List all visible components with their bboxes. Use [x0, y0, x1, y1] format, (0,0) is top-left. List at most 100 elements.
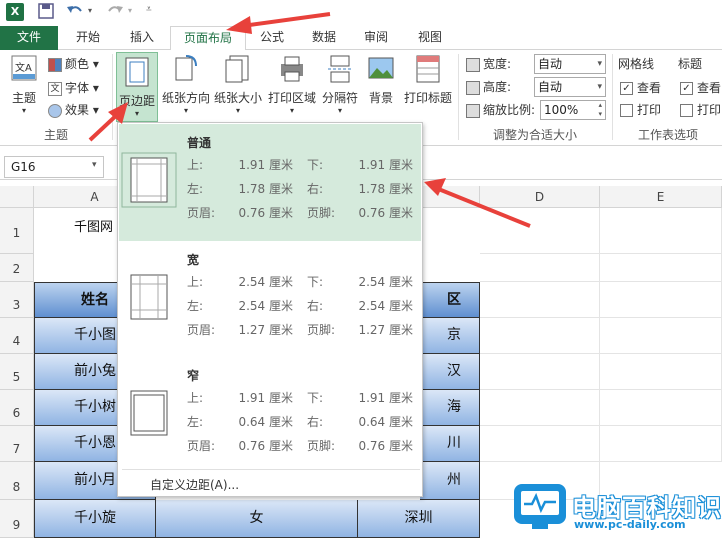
chevron-down-icon: ▾ — [337, 106, 342, 115]
grid-cell[interactable] — [600, 254, 722, 282]
name-box[interactable]: G16 — [4, 156, 104, 178]
width-combo[interactable]: 自动 ▾ — [534, 54, 606, 74]
region-cell[interactable]: 海 — [420, 390, 480, 426]
excel-app-icon: X — [6, 3, 24, 21]
headings-view-checkbox[interactable]: ✓ 查看 — [680, 80, 721, 96]
background-image-icon — [368, 57, 394, 79]
region-cell[interactable]: 深圳 — [358, 500, 480, 538]
tab-view[interactable]: 视图 — [408, 26, 452, 50]
margins-button[interactable]: 页边距 ▾ — [116, 52, 158, 122]
row-header[interactable]: 4 — [0, 318, 34, 354]
row-header[interactable]: 6 — [0, 390, 34, 426]
region-cell[interactable]: 京 — [420, 318, 480, 354]
tab-insert[interactable]: 插入 — [120, 26, 164, 50]
tab-data[interactable]: 数据 — [302, 26, 346, 50]
print-titles-button[interactable]: 打印标题 — [402, 54, 454, 106]
grid-cell[interactable] — [600, 354, 722, 390]
redo-icon[interactable] — [106, 3, 124, 19]
themes-icon: 文A — [11, 55, 37, 81]
region-cell[interactable]: 川 — [420, 426, 480, 462]
tab-file[interactable]: 文件 — [0, 26, 58, 50]
region-cell[interactable]: 汉 — [420, 354, 480, 390]
print-titles-icon — [416, 55, 440, 83]
height-combo[interactable]: 自动 ▾ — [534, 77, 606, 97]
value-footer: 0.76 厘米 — [358, 206, 413, 220]
select-all-corner[interactable] — [0, 186, 34, 208]
grid-cell[interactable] — [600, 282, 722, 318]
menu-divider — [122, 469, 420, 470]
row-header[interactable]: 3 — [0, 282, 34, 318]
scale-icon — [466, 103, 480, 118]
breaks-button[interactable]: 分隔符 ▾ — [318, 54, 362, 115]
row-header[interactable]: 2 — [0, 254, 34, 282]
tab-page-layout[interactable]: 页面布局 — [170, 26, 246, 51]
label-right: 右: — [307, 415, 324, 429]
grid-cell[interactable] — [600, 208, 722, 254]
undo-icon[interactable] — [66, 3, 84, 19]
grid-cell[interactable] — [480, 254, 600, 282]
print-area-button[interactable]: 打印区域 ▾ — [266, 54, 318, 115]
option-name: 窄 — [187, 369, 200, 383]
margins-icon — [125, 57, 149, 87]
custom-margins-item[interactable]: 自定义边距(A)... — [150, 476, 239, 493]
fonts-button[interactable]: 文字体 ▾ — [48, 78, 99, 98]
label-header: 页眉: — [187, 206, 216, 220]
column-header-d[interactable]: D — [480, 186, 600, 208]
spinner-arrows-icon[interactable]: ▴ ▾ — [598, 101, 602, 119]
orientation-icon — [175, 55, 197, 81]
value-right: 2.54 厘米 — [358, 299, 413, 313]
grid-cell[interactable] — [480, 282, 600, 318]
width-icon — [466, 57, 480, 72]
margin-option-wide[interactable]: 宽 上: 2.54 厘米 下: 2.54 厘米 左: 2.54 厘米 右: 2.… — [119, 241, 421, 358]
row-header[interactable]: 1 — [0, 208, 34, 254]
gender-cell[interactable]: 女 — [156, 500, 358, 538]
margin-option-normal[interactable]: 普通 上: 1.91 厘米 下: 1.91 厘米 左: 1.78 厘米 右: 1… — [119, 124, 421, 241]
save-icon[interactable] — [38, 3, 54, 19]
grid-cell[interactable] — [480, 426, 600, 462]
narrow-margins-icon — [130, 390, 168, 436]
row-header[interactable]: 8 — [0, 462, 34, 500]
size-button[interactable]: 纸张大小 ▾ — [212, 54, 264, 115]
label-footer: 页脚: — [307, 323, 336, 337]
grid-cell[interactable] — [480, 354, 600, 390]
row-header[interactable]: 5 — [0, 354, 34, 390]
row-header[interactable]: 9 — [0, 500, 34, 538]
grid-cell[interactable] — [600, 426, 722, 462]
gridlines-print-checkbox[interactable]: 打印 — [620, 102, 661, 118]
colors-button[interactable]: 颜色 ▾ — [48, 54, 99, 74]
grid-cell[interactable] — [480, 318, 600, 354]
scale-spinner[interactable]: 100% ▴ ▾ — [540, 100, 606, 120]
gridlines-view-checkbox[interactable]: ✓ 查看 — [620, 80, 661, 96]
header-region-cell[interactable]: 区 — [420, 282, 480, 318]
grid-cell[interactable] — [480, 390, 600, 426]
grid-cell[interactable] — [600, 318, 722, 354]
region-cell[interactable]: 州 — [420, 462, 480, 500]
empty-checkbox-icon — [620, 104, 633, 117]
chevron-down-icon: ▾ — [134, 109, 139, 118]
orientation-button[interactable]: 纸张方向 ▾ — [160, 54, 212, 115]
value-left: 2.54 厘米 — [238, 299, 293, 313]
background-button[interactable]: 背景 — [362, 54, 400, 106]
headings-print-checkbox[interactable]: 打印 — [680, 102, 721, 118]
undo-dropdown-icon[interactable]: ▾ — [88, 6, 92, 15]
row-header[interactable]: 7 — [0, 426, 34, 462]
tab-review[interactable]: 审阅 — [354, 26, 398, 50]
themes-button[interactable]: 文A 主题 ▾ — [6, 54, 42, 115]
paper-size-icon — [225, 55, 249, 83]
scale-label: 缩放比例: — [466, 100, 535, 120]
grid-cell[interactable] — [600, 390, 722, 426]
tab-formulas[interactable]: 公式 — [250, 26, 294, 50]
effects-button[interactable]: 效果 ▾ — [48, 100, 99, 120]
customize-icon[interactable]: ⩡ — [146, 4, 152, 15]
tab-home[interactable]: 开始 — [66, 26, 110, 50]
name-cell[interactable]: 千小旋 — [34, 500, 156, 538]
chevron-down-icon[interactable]: ▾ — [92, 160, 97, 170]
redo-dropdown-icon[interactable]: ▾ — [128, 6, 132, 15]
label-top: 上: — [187, 391, 204, 405]
effects-icon — [48, 103, 62, 118]
grid-cell[interactable] — [480, 208, 600, 254]
check-icon: ✓ — [620, 82, 633, 95]
margin-option-narrow[interactable]: 窄 上: 1.91 厘米 下: 1.91 厘米 左: 0.64 厘米 右: 0.… — [119, 357, 421, 474]
value-footer: 1.27 厘米 — [358, 323, 413, 337]
column-header-e[interactable]: E — [600, 186, 722, 208]
